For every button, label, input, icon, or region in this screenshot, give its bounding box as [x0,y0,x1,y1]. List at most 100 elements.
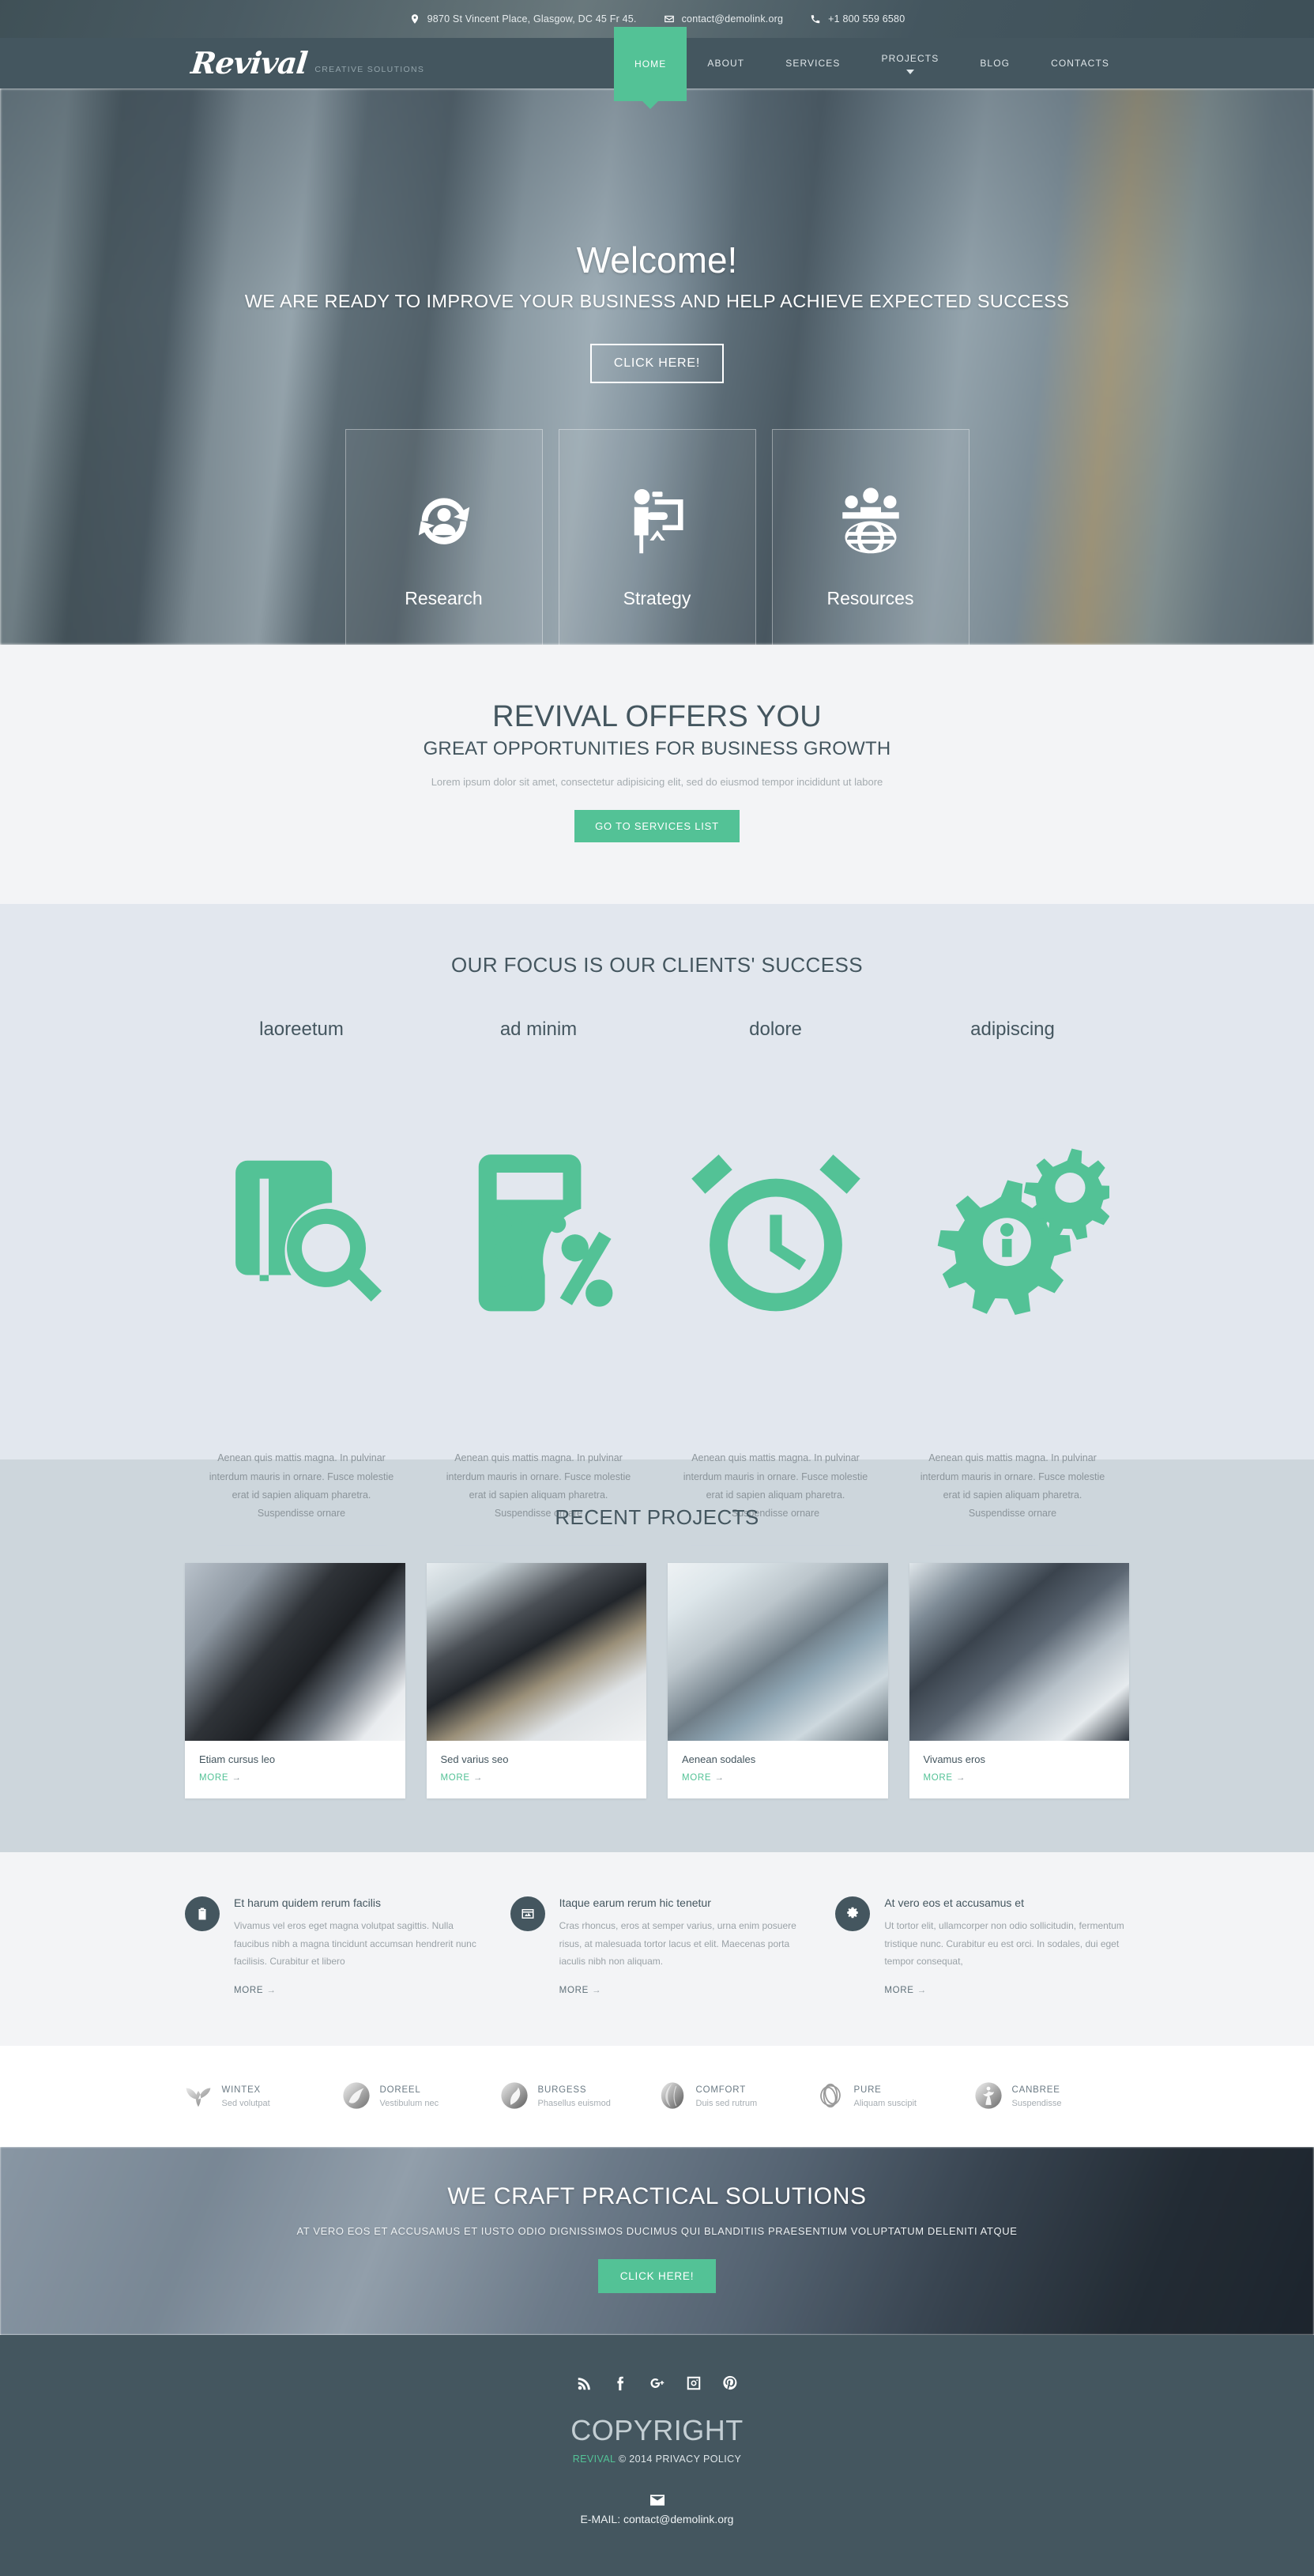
project-more-link[interactable]: MORE → [924,1773,1116,1783]
swirl-circle-logo [341,2081,371,2111]
focus-section: OUR FOCUS IS OUR CLIENTS' SUCCESS laoree… [0,903,1314,1595]
focus-column-laoreetum: laoreetum Aenean quis mattis magna. In p… [183,1019,420,1595]
project-thumbnail [185,1563,405,1742]
location-pin-icon [409,13,420,25]
nav-item-about[interactable]: ABOUT [687,38,765,89]
project-card[interactable]: Etiam cursus leo MORE → [185,1563,405,1799]
hero-subtitle: WE ARE READY TO IMPROVE YOUR BUSINESS AN… [244,291,1070,311]
project-card[interactable]: Sed varius seo MORE → [426,1563,646,1799]
main-navigation: HOME ABOUT SERVICES PROJECTS BLOG CONTAC… [613,27,1130,109]
partner-name: BURGESS [537,2085,587,2096]
focus-column-adipiscing: adipiscing Aenean quis mattis magna. In … [894,1019,1131,1595]
arrow-right-icon: → [714,1773,725,1783]
partner-pure[interactable]: PURE Aliquam suscipit [815,2081,973,2111]
recent-projects-section: RECENT PROJECTS Etiam cursus leo MORE → S… [0,1459,1314,1853]
partner-name: PURE [853,2085,882,2096]
figure-leaf-logo [973,2081,1003,2111]
nav-item-home[interactable]: HOME [613,27,687,109]
focus-column-dolore: dolore Aenean quis mattis magna. In pulv… [657,1018,894,1595]
info-more-link[interactable]: MORE → [884,1986,927,1995]
focus-title: OUR FOCUS IS OUR CLIENTS' SUCCESS [451,952,863,977]
project-title: Vivamus eros [923,1753,986,1766]
projects-grid: Etiam cursus leo MORE → Sed varius seo MO… [185,1563,1129,1799]
project-card[interactable]: Aenean sodales MORE → [668,1563,888,1799]
cta-section: WE CRAFT PRACTICAL SOLUTIONS AT VERO EOS… [0,2146,1314,2335]
cta-click-here-button[interactable]: CLICK HERE! [597,2259,717,2294]
go-to-services-list-button[interactable]: GO TO SERVICES LIST [574,809,740,842]
info-more-label: MORE [234,1985,264,1995]
logo-tagline: CREATIVE SOLUTIONS [314,65,425,74]
arrow-right-icon: → [591,1985,602,1995]
partner-name: CANBREE [1011,2085,1060,2096]
partner-name: WINTEX [221,2085,262,2096]
clipboard-icon [185,1896,220,1932]
info-item-gear: At vero eos et accusamus et Ut tortor el… [835,1896,1129,1997]
logo-text: Revival [189,45,309,81]
nav-item-contacts[interactable]: CONTACTS [1030,38,1130,89]
project-more-link[interactable]: MORE → [441,1773,633,1783]
partner-sub: Vestibulum nec [379,2099,439,2109]
hero-card-research[interactable]: Research [345,429,543,645]
envelope-icon [664,13,675,25]
project-thumbnail [426,1563,646,1742]
info-more-link[interactable]: MORE → [234,1986,277,1995]
nav-item-blog-label: BLOG [980,58,1011,69]
nav-item-projects[interactable]: PROJECTS [861,38,960,89]
focus-column-title: ad minim [499,1018,578,1040]
info-section: Et harum quidem rerum facilis Vivamus ve… [0,1852,1314,2046]
focus-column-title: dolore [749,1018,802,1040]
project-card[interactable]: Vivamus eros MORE → [909,1563,1129,1799]
offers-text: Lorem ipsum dolor sit amet, consectetur … [431,775,883,788]
info-item-text: Cras rhoncus, eros at semper varius, urn… [559,1920,796,1967]
nav-item-home-label: HOME [634,58,667,70]
facebook-icon[interactable] [612,2375,630,2392]
pinterest-icon[interactable] [721,2375,739,2392]
footer-email[interactable]: E-MAIL: contact@demolink.org [0,2513,1314,2525]
nav-item-blog[interactable]: BLOG [959,38,1030,89]
offers-subtitle: GREAT OPPORTUNITIES FOR BUSINESS GROWTH [423,737,891,759]
people-globe-icon [830,479,912,561]
topbar-phone[interactable]: +1 800 559 6580 [810,13,905,25]
partner-wintex[interactable]: WINTEX Sed volutpat [183,2081,341,2111]
hero-card-resources[interactable]: Resources [771,429,969,645]
partner-sub: Phasellus euismod [537,2099,611,2109]
info-more-label: MORE [559,1985,589,1995]
info-columns: Et harum quidem rerum facilis Vivamus ve… [185,1896,1129,1997]
hero-card-strategy[interactable]: Strategy [558,429,756,645]
partner-comfort[interactable]: COMFORT Duis sed rutrum [657,2081,815,2111]
project-thumbnail [668,1563,888,1742]
chevron-down-icon [905,69,914,74]
flame-leaf-logo [657,2081,687,2111]
topbar-email-text: contact@demolink.org [681,13,784,24]
arrow-right-icon: → [955,1773,966,1783]
partner-canbree[interactable]: CANBREE Suspendisse [973,2081,1131,2111]
arrow-right-icon: → [473,1773,484,1783]
logo[interactable]: Revival CREATIVE SOLUTIONS [189,45,425,81]
info-item-text: Vivamus vel eros eget magna volutpat sag… [234,1920,476,1967]
topbar-email[interactable]: contact@demolink.org [664,13,784,25]
instagram-icon[interactable] [685,2375,702,2392]
project-title: Aenean sodales [682,1753,756,1766]
topbar-address-text: 9870 St Vincent Place, Glasgow, DC 45 Fr… [427,13,637,24]
info-item-title: Itaque earum rerum hic tenetur [559,1896,711,1910]
focus-column-ad-minim: ad minim Aenean quis mattis magna. In pu… [420,1018,657,1595]
nav-item-services[interactable]: SERVICES [765,38,860,89]
hero-card-resources-label: Resources [826,588,914,608]
project-more-link[interactable]: MORE → [682,1773,874,1783]
arrow-right-icon: → [266,1985,277,1995]
divider [216,1544,387,1546]
project-thumbnail [909,1563,1129,1742]
project-title: Sed varius seo [440,1753,509,1766]
alarm-clock-icon [680,1154,872,1428]
partner-doreel[interactable]: DOREEL Vestibulum nec [341,2081,499,2111]
footer-brand[interactable]: REVIVAL [573,2454,616,2465]
partner-burgess[interactable]: BURGESS Phasellus euismod [499,2081,657,2111]
partner-sub: Duis sed rutrum [695,2099,758,2109]
image-window-icon [510,1896,545,1932]
google-plus-icon[interactable] [649,2375,666,2392]
cta-text: AT VERO EOS ET ACCUSAMUS ET IUSTO ODIO D… [296,2224,1018,2237]
info-more-link[interactable]: MORE → [559,1986,602,1995]
project-more-link[interactable]: MORE → [199,1773,391,1783]
rss-icon[interactable] [576,2375,593,2392]
hero-click-here-button[interactable]: CLICK HERE! [589,344,725,383]
